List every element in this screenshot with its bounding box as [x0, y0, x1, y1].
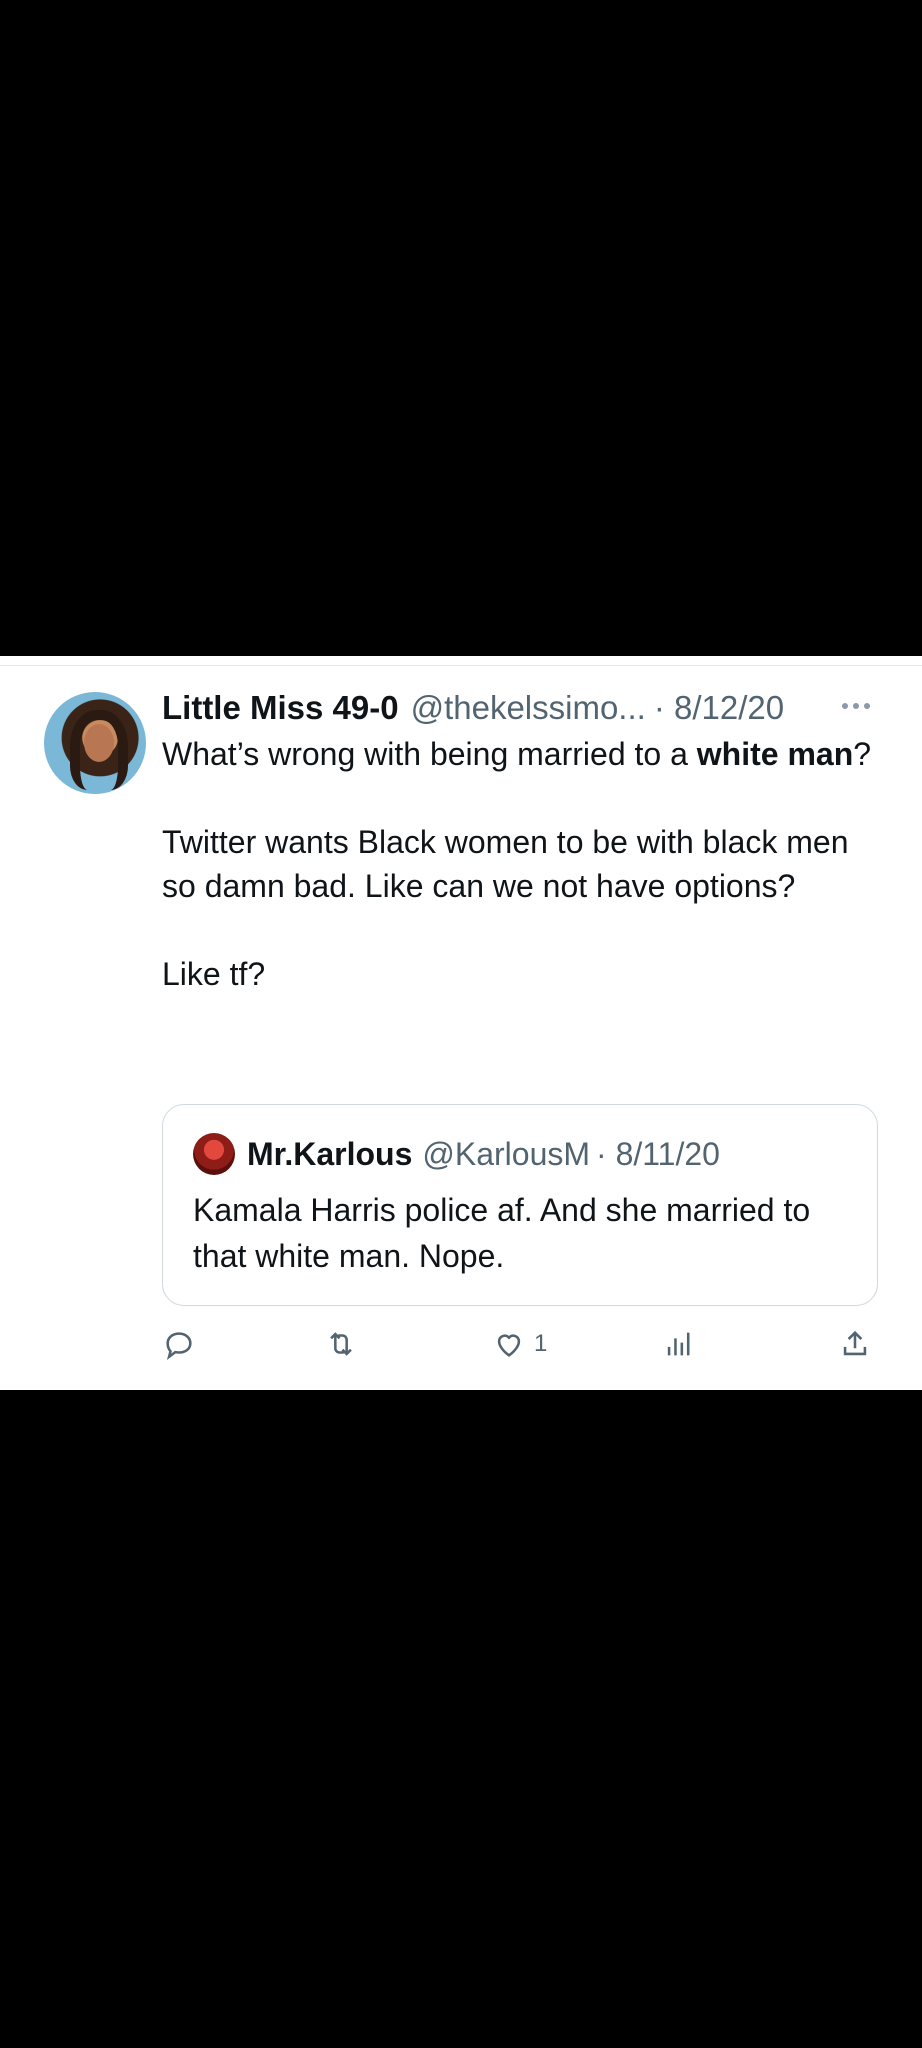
author-name[interactable]: Little Miss 49-0 — [162, 689, 399, 727]
tweet-date[interactable]: · 8/12/20 — [654, 689, 784, 727]
quoted-author-handle: @KarlousM — [422, 1135, 591, 1172]
author-handle[interactable]: @thekelssimo... — [411, 689, 646, 727]
quoted-author-name: Mr.Karlous — [247, 1135, 413, 1172]
tweet-line-1: What’s wrong with being married to a whi… — [162, 736, 872, 772]
tweet-text: What’s wrong with being married to a whi… — [162, 732, 882, 996]
tweet-paragraph-2: Twitter wants Black women to be with bla… — [162, 824, 849, 904]
tweet-body: Little Miss 49-0 @thekelssimo... · 8/12/… — [162, 686, 882, 996]
quoted-avatar — [193, 1133, 235, 1175]
share-button[interactable] — [838, 1324, 872, 1364]
reply-button[interactable] — [162, 1324, 196, 1364]
author-avatar[interactable] — [44, 692, 146, 794]
like-icon — [497, 1334, 521, 1357]
share-icon — [843, 1330, 867, 1356]
tweet-header: Little Miss 49-0 @thekelssimo... · 8/12/… — [162, 686, 882, 730]
retweet-button[interactable] — [324, 1324, 358, 1364]
quoted-date: · 8/11/20 — [596, 1135, 720, 1172]
tweet-paragraph-3: Like tf? — [162, 956, 266, 992]
action-bar: 1 — [162, 1324, 878, 1364]
tweet-card: Little Miss 49-0 @thekelssimo... · 8/12/… — [0, 656, 922, 1390]
reply-icon — [166, 1332, 192, 1360]
views-icon — [667, 1332, 690, 1356]
like-button[interactable]: 1 — [492, 1324, 547, 1364]
quoted-text: Kamala Harris police af. And she married… — [193, 1192, 811, 1274]
like-count: 1 — [534, 1330, 548, 1357]
quoted-header: Mr.Karlous @KarlousM · 8/11/20 — [193, 1133, 720, 1175]
retweet-icon — [330, 1332, 352, 1356]
more-icon[interactable] — [842, 694, 882, 718]
divider — [0, 665, 922, 666]
quoted-tweet[interactable]: Mr.Karlous @KarlousM · 8/11/20 Kamala Ha… — [162, 1104, 878, 1306]
bold-text: white man — [696, 736, 854, 772]
views-button[interactable] — [662, 1324, 696, 1364]
